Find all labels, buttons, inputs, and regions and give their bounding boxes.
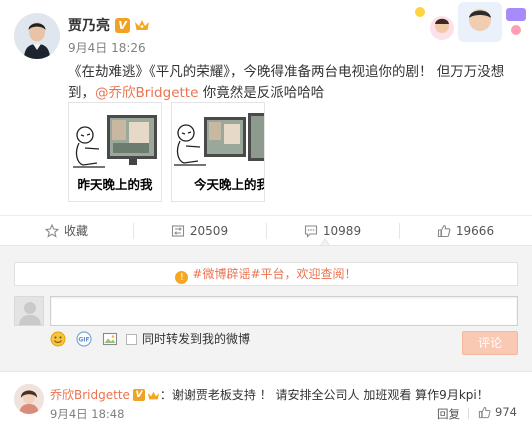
like-count: 19666 — [455, 223, 495, 238]
comment-icon — [304, 224, 317, 238]
thumbs-up-icon — [437, 224, 451, 237]
verified-badge-icon: V — [115, 17, 130, 33]
notice-link[interactable]: 欢迎查阅！ — [297, 267, 357, 281]
mention-link[interactable]: @乔欣Bridgette — [95, 85, 198, 101]
divider — [468, 408, 469, 419]
post-text-tail: 你竟然是反派哈哈哈 — [198, 85, 325, 101]
repost-count: 20509 — [189, 223, 229, 238]
notice-hashtag[interactable]: #微博辟谣#平台， — [192, 267, 296, 281]
reply-button[interactable]: 回复 — [437, 406, 460, 422]
collect-button[interactable]: 收藏 — [0, 216, 133, 245]
comment-author-name[interactable]: 乔欣Bridgette — [50, 387, 130, 403]
repost-checkbox[interactable] — [126, 334, 137, 345]
comment-input[interactable] — [50, 296, 518, 326]
author-row: 贾乃亮 V — [68, 15, 150, 35]
crown-icon — [147, 391, 159, 399]
commenter-avatar[interactable] — [14, 384, 44, 414]
current-user-avatar — [14, 296, 44, 326]
comment-count: 10989 — [322, 223, 362, 238]
verified-badge-icon: V — [132, 389, 145, 401]
post-action-bar: 收藏 20509 10989 19666 — [0, 215, 532, 245]
comment-content: 乔欣Bridgette V ：谢谢贾老板支持 ！ 请安排全公司人 加班观看 算作… — [50, 387, 520, 403]
gif-icon[interactable]: GIF — [76, 331, 92, 347]
comment-timestamp: 9月4日 18:48 — [50, 407, 125, 421]
star-icon — [44, 223, 59, 238]
post-timestamp[interactable]: 9月4日 18:26 — [68, 39, 146, 56]
thumbs-up-icon — [478, 406, 491, 418]
author-avatar[interactable] — [14, 13, 60, 59]
comment-text: ：谢谢贾老板支持 ！ 请安排全公司人 加班观看 算作9月kpi！ — [159, 388, 489, 402]
submit-comment-button[interactable]: 评论 — [462, 331, 518, 355]
meme-caption: 今天晚上的我 — [194, 177, 265, 192]
image-icon[interactable] — [102, 331, 118, 347]
svg-text:GIF: GIF — [78, 337, 89, 344]
rumor-notice[interactable]: ! #微博辟谣#平台，欢迎查阅！ — [14, 262, 518, 286]
comment-item: 乔欣Bridgette V ：谢谢贾老板支持 ！ 请安排全公司人 加班观看 算作… — [0, 371, 532, 424]
meme-image[interactable]: 今天晚上的我 — [171, 102, 265, 202]
comment-like-button[interactable]: 974 — [478, 405, 517, 419]
meme-caption: 昨天晚上的我 — [77, 177, 153, 192]
meme-image[interactable]: 昨天晚上的我 — [68, 102, 162, 202]
crown-icon — [135, 20, 149, 30]
comment-like-count: 974 — [495, 405, 517, 419]
post-text: 《在劫难逃》《平凡的荣耀》，今晚得准备两台电视追你的剧！ 但万万没想到，@乔欣B… — [68, 62, 523, 104]
repost-button[interactable]: 20509 — [133, 216, 266, 245]
emoji-icon[interactable] — [50, 331, 66, 347]
decorative-banner — [400, 0, 530, 44]
notice-icon: ! — [175, 271, 189, 284]
author-name[interactable]: 贾乃亮 — [68, 15, 110, 35]
repost-option-label[interactable]: 同时转发到我的微博 — [142, 331, 250, 347]
weibo-post: 贾乃亮 V 9月4日 18:26 《在劫难逃》《平凡的荣耀》，今晚得准备两台电视… — [0, 0, 532, 216]
collect-label: 收藏 — [63, 224, 88, 238]
repost-icon — [171, 224, 184, 237]
like-button[interactable]: 19666 — [399, 216, 532, 245]
comment-button[interactable]: 10989 — [266, 216, 399, 245]
